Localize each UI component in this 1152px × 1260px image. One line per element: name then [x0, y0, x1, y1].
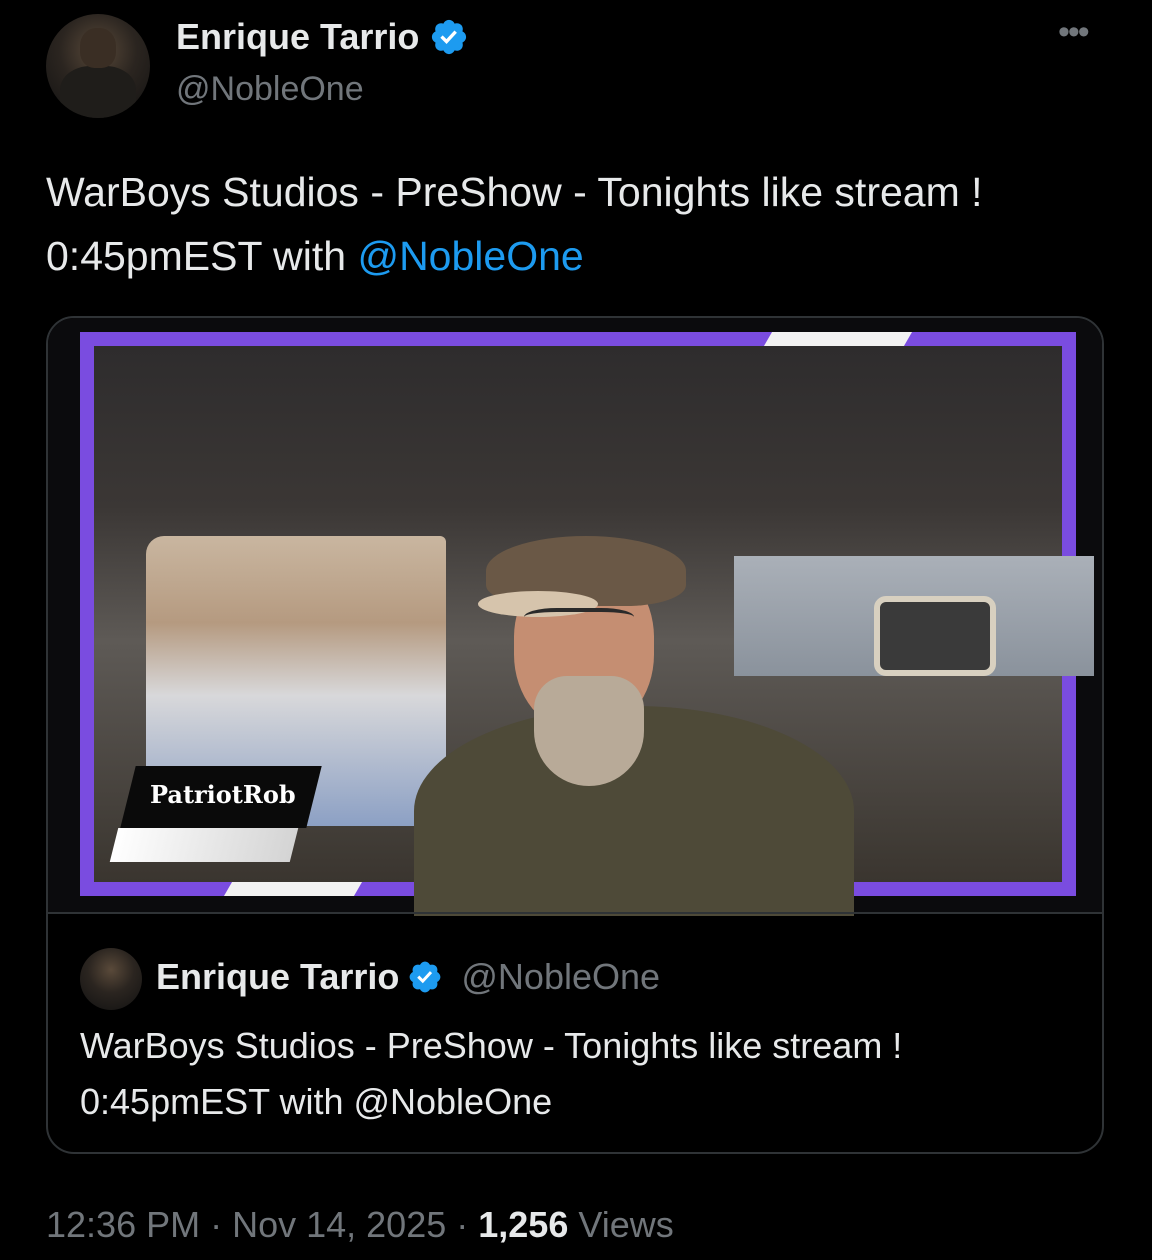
more-options-icon[interactable]: ••• — [1058, 15, 1090, 49]
quote-divider — [48, 912, 1102, 914]
views-label: Views — [568, 1204, 674, 1245]
frame-accent-stripe-bottom — [223, 882, 363, 896]
tweet-text-line2: 0:45pmEST with @NobleOne — [46, 224, 1126, 288]
tweet-meta: 12:36 PM · Nov 14, 2025 · 1,256 Views — [46, 1204, 674, 1246]
author-avatar[interactable] — [46, 14, 150, 118]
quoted-author-handle: @NobleOne — [461, 956, 661, 997]
quoted-text-line2: 0:45pmEST with @NobleOne — [80, 1081, 553, 1122]
quoted-text-line1: WarBoys Studios - PreShow - Tonights lik… — [80, 1025, 903, 1066]
tweet-date[interactable]: Nov 14, 2025 — [232, 1204, 446, 1245]
verified-badge-icon — [410, 961, 441, 993]
frame-accent-stripe-top — [763, 332, 913, 346]
person-beard — [534, 676, 644, 786]
quoted-tweet-text: WarBoys Studios - PreShow - Tonights lik… — [80, 1018, 1080, 1130]
tweet-time[interactable]: 12:36 PM — [46, 1204, 200, 1245]
author-handle[interactable]: @NobleOne — [176, 70, 364, 109]
tweet-text: WarBoys Studios - PreShow - Tonights lik… — [46, 160, 1126, 288]
lower-third-bar — [109, 828, 299, 862]
avatar-figure-body — [60, 66, 136, 118]
avatar-figure-head — [80, 28, 116, 68]
person-glasses — [524, 608, 634, 638]
quoted-author-name: Enrique Tarrio — [156, 956, 400, 997]
meta-separator: · — [446, 1204, 479, 1245]
media-video[interactable]: PatriotRob — [48, 318, 1102, 916]
views-count[interactable]: 1,256 — [478, 1204, 568, 1245]
meta-separator: · — [200, 1204, 233, 1245]
author-name[interactable]: Enrique Tarrio — [176, 16, 419, 58]
tweet-text-line2-prefix: 0:45pmEST with — [46, 233, 358, 279]
author-name-row[interactable]: Enrique Tarrio — [176, 16, 469, 58]
lower-third-label: PatriotRob — [150, 780, 296, 809]
quoted-author-avatar — [80, 948, 142, 1010]
quoted-author-row: Enrique Tarrio @NobleOne — [156, 956, 660, 998]
rearview-mirror — [874, 596, 996, 676]
tweet-mention-link[interactable]: @NobleOne — [357, 233, 583, 279]
quote-card[interactable]: PatriotRob Enrique Tarrio @NobleOne WarB… — [46, 316, 1104, 1154]
tweet-text-line1: WarBoys Studios - PreShow - Tonights lik… — [46, 169, 983, 215]
verified-badge-icon — [432, 19, 467, 55]
